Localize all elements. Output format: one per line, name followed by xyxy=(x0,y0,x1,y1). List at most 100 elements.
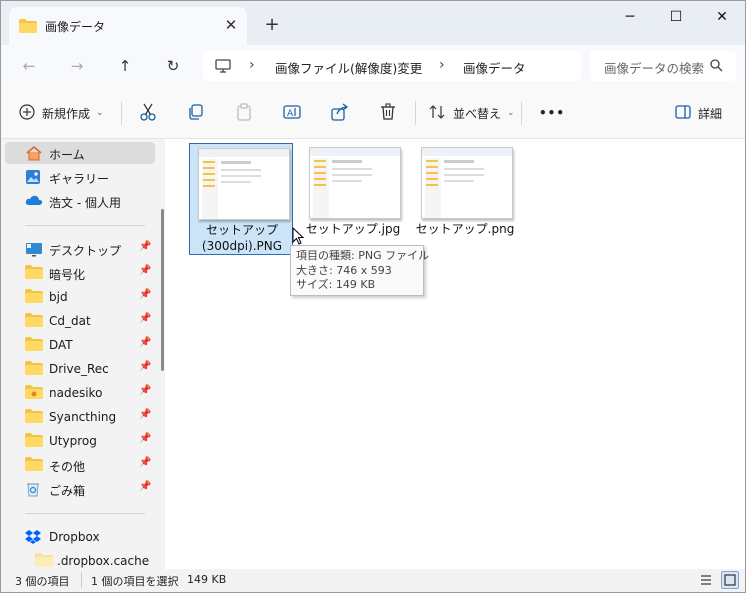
copy-button[interactable] xyxy=(187,99,205,127)
pin-icon[interactable]: 📌 xyxy=(139,385,151,396)
minimize-button[interactable]: ─ xyxy=(607,1,653,33)
file-name: セットアップ.png xyxy=(415,222,515,236)
details-view-button[interactable] xyxy=(697,571,715,589)
scissors-icon xyxy=(139,103,157,124)
breadcrumb-item-current[interactable]: 画像データ xyxy=(463,58,526,77)
sidebar-item-folder[interactable]: DAT 📌 xyxy=(5,334,155,356)
sidebar-item-label: ホーム xyxy=(49,148,85,162)
divider xyxy=(121,101,122,125)
chevron-down-icon: ⌄ xyxy=(507,108,515,118)
search-box[interactable]: 画像データの検索 xyxy=(590,51,736,81)
sidebar-item-folder[interactable]: Syancthing 📌 xyxy=(5,406,155,428)
sidebar-item-label: ごみ箱 xyxy=(49,484,86,498)
address-bar[interactable]: › 画像ファイル(解像度)変更 › 画像データ xyxy=(203,51,581,81)
sidebar-item-label: Dropbox xyxy=(49,530,100,544)
sidebar-item-desktop[interactable]: デスクトップ 📌 xyxy=(5,238,155,260)
sort-button-label: 並べ替え xyxy=(453,106,502,121)
pin-icon[interactable]: 📌 xyxy=(139,337,151,348)
pin-icon[interactable]: 📌 xyxy=(139,313,151,324)
tooltip-size: サイズ: 149 KB xyxy=(296,278,376,291)
file-item[interactable]: セットアップ.jpg xyxy=(301,143,405,255)
sidebar-item-label: デスクトップ xyxy=(49,244,122,258)
pin-icon[interactable]: 📌 xyxy=(139,409,151,420)
sidebar-item-dropbox-cache[interactable]: .dropbox.cache xyxy=(5,550,155,569)
large-icons-view-button[interactable] xyxy=(721,571,739,589)
pin-icon[interactable]: 📌 xyxy=(139,457,151,468)
details-pane-icon xyxy=(675,104,691,122)
tab-image-data[interactable]: 画像データ ✕ xyxy=(9,7,247,45)
sidebar-item-folder[interactable]: Drive_Rec 📌 xyxy=(5,358,155,380)
trash-icon xyxy=(379,102,397,124)
rename-button[interactable]: A xyxy=(283,99,301,127)
close-window-button[interactable]: ✕ xyxy=(699,1,745,33)
details-pane-button[interactable]: 詳細 xyxy=(675,99,722,127)
up-button[interactable]: ↑ xyxy=(111,53,139,79)
sidebar-item-label: Cd_dat xyxy=(49,314,91,328)
pin-icon[interactable]: 📌 xyxy=(139,481,151,492)
refresh-button[interactable]: ↻ xyxy=(159,53,187,79)
sidebar-item-dropbox[interactable]: Dropbox xyxy=(5,526,155,548)
tooltip-type: 項目の種類: PNG ファイル xyxy=(296,249,430,262)
desktop-icon xyxy=(25,241,43,257)
sidebar-item-home[interactable]: ホーム xyxy=(5,142,155,164)
pin-icon[interactable]: 📌 xyxy=(139,433,151,444)
pin-icon[interactable]: 📌 xyxy=(139,361,151,372)
sort-button[interactable]: 並べ替え ⌄ xyxy=(429,99,515,127)
back-button[interactable]: ← xyxy=(15,53,43,79)
recycle-bin-icon xyxy=(25,481,43,497)
search-placeholder[interactable]: 画像データの検索 xyxy=(604,58,704,77)
sidebar-item-folder[interactable]: Utyprog 📌 xyxy=(5,430,155,452)
breadcrumb-separator: › xyxy=(249,57,255,73)
forward-button[interactable]: → xyxy=(63,53,91,79)
sidebar-item-folder[interactable]: bjd 📌 xyxy=(5,286,155,308)
sidebar-item-folder[interactable]: nadesiko 📌 xyxy=(5,382,155,404)
pin-icon[interactable]: 📌 xyxy=(139,241,151,252)
search-icon xyxy=(710,59,723,75)
new-button[interactable]: 新規作成 ⌄ xyxy=(19,99,104,127)
file-item[interactable]: セットアップ.png xyxy=(413,143,517,255)
status-selection-size: 149 KB xyxy=(187,573,227,586)
sidebar-item-label: その他 xyxy=(49,460,86,474)
divider xyxy=(415,101,416,125)
sidebar-item-recycle-bin[interactable]: ごみ箱 📌 xyxy=(5,478,155,500)
cut-button[interactable] xyxy=(139,99,157,127)
home-icon xyxy=(25,145,43,161)
more-options-button[interactable]: ••• xyxy=(539,99,565,127)
clipboard-icon xyxy=(235,102,253,124)
sidebar-item-gallery[interactable]: ギャラリー xyxy=(5,166,155,188)
sidebar-item-label: 浩文 - 個人用 xyxy=(49,196,121,210)
add-icon xyxy=(19,103,35,123)
sidebar-item-folder[interactable]: Cd_dat 📌 xyxy=(5,310,155,332)
file-info-tooltip: 項目の種類: PNG ファイル 大きさ: 746 x 593 サイズ: 149 … xyxy=(290,245,430,296)
folder-icon xyxy=(25,409,43,425)
tooltip-dimensions: 大きさ: 746 x 593 xyxy=(296,263,392,277)
this-pc-icon[interactable] xyxy=(215,59,231,76)
pin-icon[interactable]: 📌 xyxy=(139,289,151,300)
maximize-button[interactable]: ☐ xyxy=(653,1,699,33)
list-view-icon xyxy=(701,575,711,585)
folder-icon xyxy=(25,289,43,305)
sidebar-item-folder[interactable]: 暗号化 📌 xyxy=(5,262,155,284)
divider xyxy=(521,101,522,125)
paste-button[interactable] xyxy=(235,99,253,127)
sidebar-item-label: Utyprog xyxy=(49,434,97,448)
sort-icon xyxy=(429,104,445,123)
divider xyxy=(25,225,145,226)
delete-button[interactable] xyxy=(379,99,397,127)
status-bar: 3 個の項目 1 個の項目を選択 149 KB xyxy=(1,569,745,592)
file-item-selected[interactable]: セットアップ (300dpi).PNG xyxy=(189,143,293,255)
breadcrumb-item-parent[interactable]: 画像ファイル(解像度)変更 xyxy=(275,58,422,77)
sidebar-scrollbar[interactable] xyxy=(161,209,164,371)
file-name: セットアップ (300dpi).PNG xyxy=(190,222,294,254)
tab-close-button[interactable]: ✕ xyxy=(219,13,243,37)
pin-icon[interactable]: 📌 xyxy=(139,265,151,276)
sidebar-item-label: nadesiko xyxy=(49,386,103,400)
sidebar-item-label: .dropbox.cache xyxy=(57,554,150,568)
divider xyxy=(25,513,145,514)
rename-icon: A xyxy=(283,103,301,124)
folder-icon xyxy=(25,313,43,329)
share-button[interactable] xyxy=(331,99,349,127)
sidebar-item-onedrive[interactable]: 浩文 - 個人用 xyxy=(5,190,155,212)
sidebar-item-folder[interactable]: その他 📌 xyxy=(5,454,155,476)
new-tab-button[interactable]: + xyxy=(259,13,285,39)
